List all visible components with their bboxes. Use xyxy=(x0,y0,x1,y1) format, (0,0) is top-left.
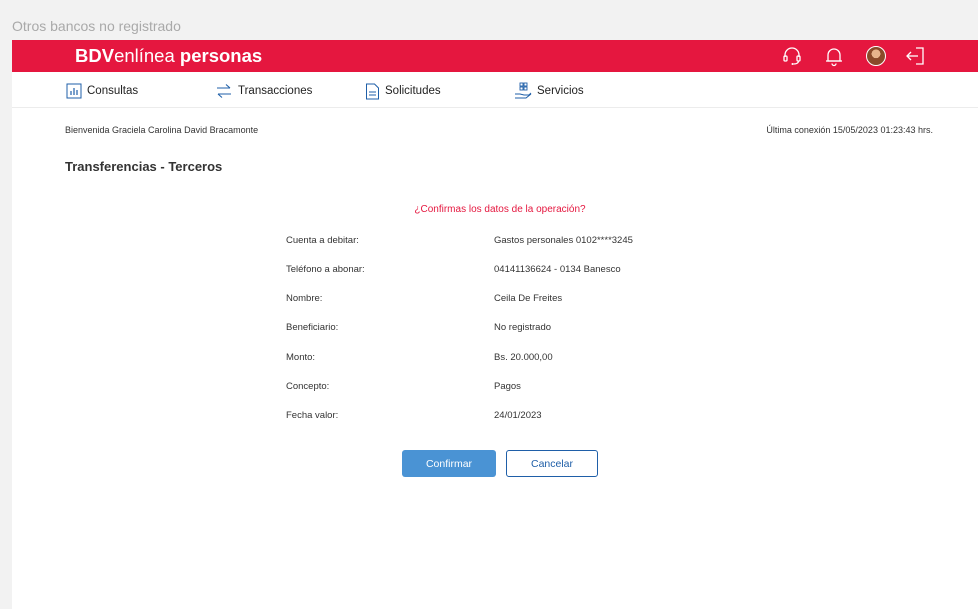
bell-icon[interactable] xyxy=(822,44,846,68)
detail-row-monto: Monto: Bs. 20.000,00 xyxy=(12,352,978,366)
detail-label: Beneficiario: xyxy=(286,322,339,333)
detail-value: No registrado xyxy=(494,322,552,333)
support-headset-icon[interactable] xyxy=(780,44,804,68)
nav-item-consultas[interactable]: Consultas xyxy=(66,81,138,101)
welcome-text: Bienvenida Graciela Carolina David Braca… xyxy=(65,125,259,135)
detail-label: Monto: xyxy=(286,352,316,363)
detail-row-beneficiario: Beneficiario: No registrado xyxy=(12,322,978,336)
detail-value: Pagos xyxy=(494,381,521,392)
nav-label-servicios: Servicios xyxy=(537,85,584,97)
detail-value: Bs. 20.000,00 xyxy=(494,352,553,363)
detail-label: Fecha valor: xyxy=(286,410,339,421)
brand-personas: personas xyxy=(179,45,263,66)
confirm-button[interactable]: Confirmar xyxy=(402,450,496,477)
cancel-button[interactable]: Cancelar xyxy=(506,450,598,477)
app-window: BDVenlínea personas Consultas Transaccio… xyxy=(12,40,978,609)
last-connection-text: Última conexión 15/05/2023 01:23:43 hrs. xyxy=(766,125,933,135)
detail-value: Gastos personales 0102****3245 xyxy=(494,235,633,246)
brand-bdv: BDV xyxy=(75,45,115,66)
detail-value: Ceila De Freites xyxy=(494,293,563,304)
brand-enlinea: enlínea xyxy=(114,45,175,66)
services-hand-icon xyxy=(515,82,532,99)
nav-item-solicitudes[interactable]: Solicitudes xyxy=(365,81,441,101)
nav-item-transacciones[interactable]: Transacciones xyxy=(215,81,312,101)
detail-row-fecha: Fecha valor: 24/01/2023 xyxy=(12,410,978,424)
main-nav: Consultas Transacciones Solicitudes Serv… xyxy=(12,72,978,108)
brand-logo[interactable]: BDVenlínea personas xyxy=(75,45,262,67)
detail-label: Cuenta a debitar: xyxy=(286,235,359,246)
detail-value: 04141136624 - 0134 Banesco xyxy=(494,264,621,275)
detail-label: Concepto: xyxy=(286,381,330,392)
detail-row-telefono: Teléfono a abonar: 04141136624 - 0134 Ba… xyxy=(12,264,978,278)
logout-icon[interactable] xyxy=(903,44,927,68)
confirm-question: ¿Confirmas los datos de la operación? xyxy=(414,204,586,215)
detail-row-concepto: Concepto: Pagos xyxy=(12,381,978,395)
detail-label: Nombre: xyxy=(286,293,323,304)
bar-chart-icon xyxy=(66,83,82,99)
window-title: Otros bancos no registrado xyxy=(12,18,181,34)
detail-label: Teléfono a abonar: xyxy=(286,264,365,275)
transfer-arrows-icon xyxy=(217,84,231,98)
nav-item-servicios[interactable]: Servicios xyxy=(514,81,584,101)
top-header: BDVenlínea personas xyxy=(12,40,978,72)
nav-label-transacciones: Transacciones xyxy=(238,85,313,97)
nav-label-consultas: Consultas xyxy=(87,85,139,97)
avatar[interactable] xyxy=(866,46,886,66)
nav-label-solicitudes: Solicitudes xyxy=(385,85,441,97)
detail-row-nombre: Nombre: Ceila De Freites xyxy=(12,293,978,307)
detail-row-cuenta: Cuenta a debitar: Gastos personales 0102… xyxy=(12,235,978,249)
page-title: Transferencias - Terceros xyxy=(65,159,223,174)
document-icon xyxy=(366,83,379,99)
detail-value: 24/01/2023 xyxy=(494,410,542,421)
